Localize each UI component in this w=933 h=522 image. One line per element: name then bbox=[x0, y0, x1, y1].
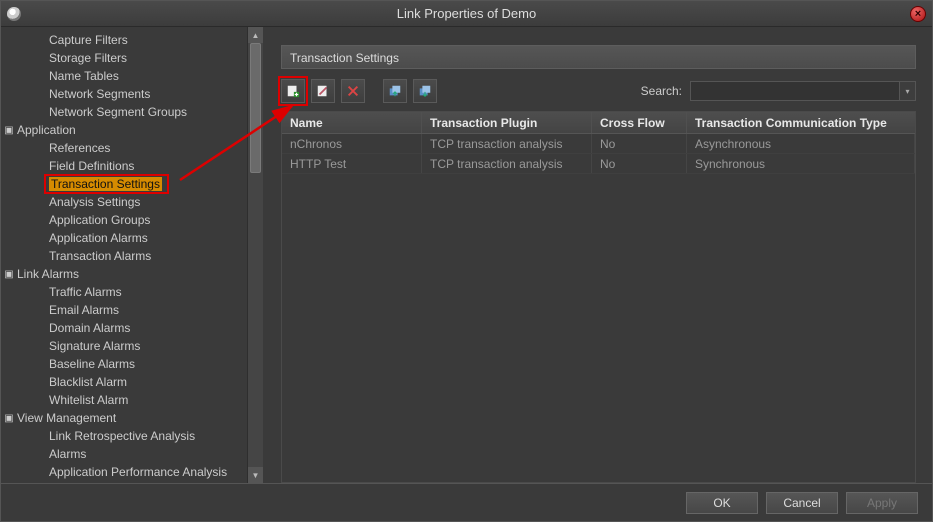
import-button[interactable] bbox=[383, 79, 407, 103]
tree-item-label: Traffic Alarms bbox=[49, 285, 122, 299]
tree-item[interactable]: Traffic Alarms bbox=[1, 283, 247, 301]
tree-item-label: Application Groups bbox=[49, 213, 150, 227]
tree-item-label: Email Alarms bbox=[49, 303, 119, 317]
tree-item[interactable]: Application Alarms bbox=[1, 229, 247, 247]
apply-button[interactable]: Apply bbox=[846, 492, 918, 514]
tree-item-label: Storage Filters bbox=[49, 51, 127, 65]
tree-item[interactable]: Capture Filters bbox=[1, 31, 247, 49]
tree-item[interactable]: Domain Alarms bbox=[1, 319, 247, 337]
table-row[interactable]: HTTP TestTCP transaction analysisNoSynch… bbox=[282, 154, 915, 174]
add-button[interactable] bbox=[281, 79, 305, 103]
tree-item[interactable]: Network Segments bbox=[1, 85, 247, 103]
tree-item-label: Application Performance Analysis bbox=[49, 465, 227, 479]
cell-plugin: TCP transaction analysis bbox=[422, 154, 592, 173]
tree-item-label: Signature Alarms bbox=[49, 339, 140, 353]
cancel-button[interactable]: Cancel bbox=[766, 492, 838, 514]
tree-item[interactable]: Network Segment Groups bbox=[1, 103, 247, 121]
transactions-table: Name Transaction Plugin Cross Flow Trans… bbox=[281, 111, 916, 483]
sidebar: Capture Filters Storage Filters Name Table… bbox=[1, 27, 263, 483]
tree-item-label: Network Segment Groups bbox=[49, 105, 187, 119]
table-header: Name Transaction Plugin Cross Flow Trans… bbox=[282, 112, 915, 134]
nav-tree: Capture Filters Storage Filters Name Table… bbox=[1, 27, 247, 483]
tree-item[interactable]: Link Retrospective Analysis bbox=[1, 427, 247, 445]
col-header-name[interactable]: Name bbox=[282, 112, 422, 133]
tree-item-label: Transaction Alarms bbox=[49, 249, 151, 263]
add-icon bbox=[286, 84, 300, 98]
tree-item[interactable]: Blacklist Alarm bbox=[1, 373, 247, 391]
cell-comm: Asynchronous bbox=[687, 134, 915, 153]
collapse-icon[interactable]: ▣ bbox=[3, 266, 15, 284]
cell-cross: No bbox=[592, 154, 687, 173]
tree-item-label: References bbox=[49, 141, 110, 155]
tree-item-label: Field Definitions bbox=[49, 159, 134, 173]
scroll-up-button[interactable]: ▲ bbox=[248, 27, 263, 43]
tree-item[interactable]: Baseline Alarms bbox=[1, 355, 247, 373]
tree-item[interactable]: ▣Link Alarms bbox=[1, 265, 247, 283]
delete-button[interactable] bbox=[341, 79, 365, 103]
edit-button[interactable] bbox=[311, 79, 335, 103]
search-label: Search: bbox=[641, 84, 682, 98]
main-panel: Transaction Settings Search: bbox=[263, 27, 932, 483]
tree-item[interactable]: Analysis Settings bbox=[1, 193, 247, 211]
export-icon bbox=[418, 84, 432, 98]
tree-item[interactable]: Whitelist Alarm bbox=[1, 391, 247, 409]
search-dropdown[interactable]: ▾ bbox=[900, 81, 916, 101]
tree-item[interactable]: Application Performance Analysis bbox=[1, 463, 247, 481]
delete-icon bbox=[346, 84, 360, 98]
col-header-plugin[interactable]: Transaction Plugin bbox=[422, 112, 592, 133]
tree-item-label: View Management bbox=[17, 411, 116, 425]
tree-item-label: Baseline Alarms bbox=[49, 357, 135, 371]
tree-item[interactable]: Signature Alarms bbox=[1, 337, 247, 355]
collapse-icon[interactable]: ▣ bbox=[3, 410, 15, 428]
scroll-thumb[interactable] bbox=[250, 43, 261, 173]
cell-comm: Synchronous bbox=[687, 154, 915, 173]
tree-item-label: Transaction Settings bbox=[49, 177, 162, 191]
tree-item-label: Blacklist Alarm bbox=[49, 375, 127, 389]
tree-item-label: Domain Alarms bbox=[49, 321, 130, 335]
tree-item[interactable]: Transaction Alarms bbox=[1, 247, 247, 265]
tree-item-label: Application bbox=[17, 123, 76, 137]
tree-item-label: Analysis Settings bbox=[49, 195, 140, 209]
tree-item-label: Link Retrospective Analysis bbox=[49, 429, 195, 443]
col-header-cross[interactable]: Cross Flow bbox=[592, 112, 687, 133]
tree-item[interactable]: Email Alarms bbox=[1, 301, 247, 319]
tree-item[interactable]: Transaction Settings bbox=[45, 175, 168, 193]
titlebar: Link Properties of Demo bbox=[1, 1, 932, 27]
edit-icon bbox=[316, 84, 330, 98]
close-button[interactable] bbox=[910, 6, 926, 22]
export-button[interactable] bbox=[413, 79, 437, 103]
toolbar: Search: ▾ bbox=[281, 79, 916, 103]
tree-item[interactable]: Storage Filters bbox=[1, 49, 247, 67]
table-row[interactable]: nChronosTCP transaction analysisNoAsynch… bbox=[282, 134, 915, 154]
sidebar-scrollbar[interactable]: ▲ ▼ bbox=[247, 27, 263, 483]
cell-name: HTTP Test bbox=[282, 154, 422, 173]
tree-item-label: Capture Filters bbox=[49, 33, 128, 47]
tree-item-label: Link Alarms bbox=[17, 267, 79, 281]
cell-plugin: TCP transaction analysis bbox=[422, 134, 592, 153]
tree-item[interactable]: Name Tables bbox=[1, 67, 247, 85]
tree-item-label: Application Alarms bbox=[49, 231, 148, 245]
ok-button[interactable]: OK bbox=[686, 492, 758, 514]
collapse-icon[interactable]: ▣ bbox=[3, 122, 15, 140]
tree-item[interactable]: References bbox=[1, 139, 247, 157]
tree-item[interactable]: Alarms bbox=[1, 445, 247, 463]
tree-item-label: Network Segments bbox=[49, 87, 150, 101]
tree-item[interactable]: ▣View Management bbox=[1, 409, 247, 427]
cell-cross: No bbox=[592, 134, 687, 153]
tree-item-label: Whitelist Alarm bbox=[49, 393, 128, 407]
tree-item[interactable]: Field Definitions bbox=[1, 157, 247, 175]
col-header-comm[interactable]: Transaction Communication Type bbox=[687, 112, 915, 133]
tree-item-label: Name Tables bbox=[49, 69, 119, 83]
dialog-footer: OK Cancel Apply bbox=[1, 483, 932, 521]
search-input[interactable] bbox=[690, 81, 900, 101]
scroll-down-button[interactable]: ▼ bbox=[248, 467, 263, 483]
window-title: Link Properties of Demo bbox=[1, 6, 932, 21]
tree-item-label: Alarms bbox=[49, 447, 86, 461]
section-title: Transaction Settings bbox=[281, 45, 916, 69]
import-icon bbox=[388, 84, 402, 98]
cell-name: nChronos bbox=[282, 134, 422, 153]
tree-item[interactable]: Application Groups bbox=[1, 211, 247, 229]
tree-item[interactable]: ▣Application bbox=[1, 121, 247, 139]
